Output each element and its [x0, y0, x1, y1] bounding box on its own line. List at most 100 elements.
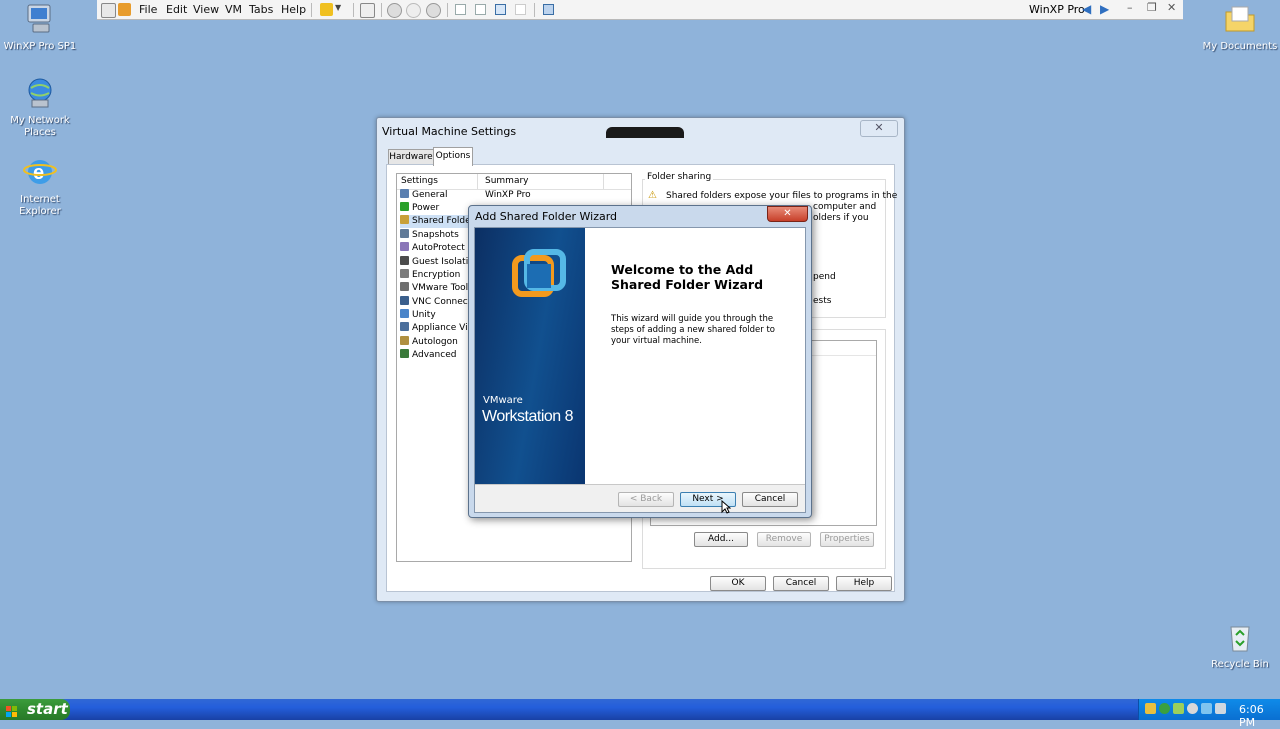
vmware-brand: VMware [483, 395, 523, 406]
settings-row-label: Snapshots [412, 230, 459, 240]
encryption-icon [400, 269, 409, 278]
tab-options[interactable]: Options [433, 147, 473, 166]
folder-sharing-partial-2: olders if you [813, 213, 869, 223]
autologon-icon [400, 336, 409, 345]
snapshots-icon [400, 229, 409, 238]
tab-hardware[interactable]: Hardware [388, 149, 434, 165]
settings-row-label: Autologon [412, 337, 458, 347]
settings-row-encryption[interactable]: Encryption [400, 269, 460, 282]
menu-help[interactable]: Help [281, 3, 306, 16]
sidebar-toggle-icon[interactable] [455, 4, 466, 15]
settings-row-summary: WinXP Pro [485, 190, 531, 200]
desktop-icon-label: My Network Places [10, 115, 70, 138]
menu-view[interactable]: View [193, 3, 219, 16]
settings-row-unity[interactable]: Unity [400, 309, 436, 322]
settings-row-label: Advanced [412, 350, 457, 360]
warning-icon: ⚠ [648, 190, 657, 201]
add-folder-button[interactable]: Add... [694, 532, 748, 547]
cancel-button[interactable]: Cancel [773, 576, 829, 591]
vmware-tools-icon [400, 282, 409, 291]
title-overlay [606, 127, 684, 138]
folder-icon [1225, 6, 1255, 32]
remove-folder-button[interactable]: Remove [757, 532, 811, 547]
system-tray: 6:06 PM [1138, 699, 1280, 729]
appliance-view-icon [400, 322, 409, 331]
vnc-icon [400, 296, 409, 305]
restore-icon[interactable]: ❐ [1147, 1, 1157, 14]
console-view-icon[interactable] [543, 4, 554, 15]
tray-icon-3[interactable] [1173, 703, 1184, 714]
lock-icon [400, 256, 409, 265]
settings-row-label: Encryption [412, 270, 461, 280]
desktop-icon-label: WinXP Pro SP1 [3, 41, 77, 52]
menu-file[interactable]: File [139, 3, 157, 16]
settings-column-header[interactable]: Settings [401, 176, 438, 186]
mouse-cursor-icon [721, 500, 731, 514]
desktop-icon-label: My Documents [1202, 41, 1278, 52]
window-title: Virtual Machine Settings [382, 125, 517, 138]
desktop-icon-my-documents[interactable]: My Documents [1200, 2, 1280, 53]
pin-icon[interactable] [101, 3, 116, 18]
minimize-icon[interactable]: – [1127, 1, 1133, 14]
menu-edit[interactable]: Edit [166, 3, 187, 16]
settings-row-shared-folders[interactable]: Shared Folders [400, 215, 479, 228]
shared-folders-icon [400, 215, 409, 224]
settings-row-power[interactable]: Power [400, 202, 439, 215]
windows-logo-icon [6, 703, 18, 717]
settings-row-snapshots[interactable]: Snapshots [400, 229, 459, 242]
tray-icon-1[interactable] [1145, 703, 1156, 714]
tray-icon-4[interactable] [1187, 703, 1198, 714]
settings-row-advanced[interactable]: Advanced [400, 349, 456, 362]
snapshot-manager-icon[interactable] [426, 3, 441, 18]
network-places-icon [28, 78, 52, 108]
desktop-icon-label: Internet Explorer [19, 194, 61, 217]
power-icon [400, 202, 409, 211]
settings-row-autoprotect[interactable]: AutoProtect [400, 242, 465, 255]
desktop-icon-computer[interactable]: WinXP Pro SP1 [0, 2, 80, 53]
close-icon[interactable]: ✕ [767, 206, 808, 222]
previous-vm-icon[interactable]: ◀ [1082, 2, 1091, 16]
tray-icon-6[interactable] [1215, 703, 1226, 714]
ok-button[interactable]: OK [710, 576, 766, 591]
desktop-icon-ie[interactable]: e Internet Explorer [0, 155, 80, 218]
folder-sharing-text: Shared folders expose your files to prog… [666, 191, 898, 201]
clock[interactable]: 6:06 PM [1239, 703, 1280, 729]
menu-vm[interactable]: VM [225, 3, 242, 16]
tray-icon-5[interactable] [1201, 703, 1212, 714]
close-icon[interactable]: ✕ [1167, 1, 1176, 14]
desktop-icon-recycle-bin[interactable]: Recycle Bin [1200, 620, 1280, 671]
settings-row-label: Unity [412, 310, 436, 320]
tray-icon-2[interactable] [1159, 703, 1170, 714]
start-button[interactable]: start [0, 699, 70, 720]
advanced-icon [400, 349, 409, 358]
properties-button[interactable]: Properties [820, 532, 874, 547]
wizard-cancel-button[interactable]: Cancel [742, 492, 798, 507]
power-icon[interactable] [320, 3, 333, 16]
wizard-description: This wizard will guide you through the s… [611, 314, 776, 346]
unity-icon[interactable] [515, 4, 526, 15]
folder-sharing-partial-4: ests [813, 296, 832, 306]
vm-name: WinXP Pro [1029, 3, 1085, 16]
back-button[interactable]: < Back [618, 492, 674, 507]
thumbnail-bar-icon[interactable] [475, 4, 486, 15]
close-icon[interactable]: ✕ [860, 120, 898, 137]
desktop-icon-network[interactable]: My Network Places [0, 76, 80, 139]
folder-sharing-partial-3: pend [813, 272, 836, 282]
help-button[interactable]: Help [836, 576, 892, 591]
vmware-icon[interactable] [118, 3, 131, 16]
settings-row-label: General [412, 190, 448, 200]
revert-snapshot-icon[interactable] [406, 3, 421, 18]
chevron-down-icon[interactable]: ▼ [335, 3, 341, 12]
settings-row-general[interactable]: General [400, 189, 447, 202]
next-vm-icon[interactable]: ▶ [1100, 2, 1109, 16]
settings-row-autologon[interactable]: Autologon [400, 336, 458, 349]
full-screen-icon[interactable] [495, 4, 506, 15]
network-icon[interactable] [360, 3, 375, 18]
unity-icon [400, 309, 409, 318]
summary-column-header[interactable]: Summary [485, 176, 529, 186]
menu-tabs[interactable]: Tabs [249, 3, 273, 16]
wizard-title: Add Shared Folder Wizard [475, 210, 618, 223]
add-shared-folder-wizard: Add Shared Folder Wizard ✕ VMware Workst… [468, 205, 812, 518]
snapshot-icon[interactable] [387, 3, 402, 18]
settings-row-vmware-tools[interactable]: VMware Tools [400, 282, 473, 295]
